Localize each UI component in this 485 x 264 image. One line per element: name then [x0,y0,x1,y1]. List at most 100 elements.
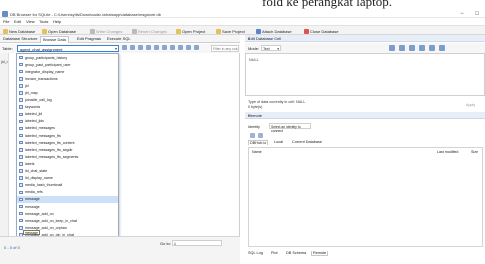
dropdown-item-label: lid_display_name [25,176,53,181]
dropdown-item[interactable]: labeled_messages_fts [17,132,118,139]
dropdown-item[interactable]: labeled_messages_fts_content [17,139,118,146]
new-database-button[interactable]: New Database [3,28,35,34]
column-size[interactable]: Size [471,150,478,154]
dropdown-item[interactable]: media_refs [17,189,118,196]
table-icon [19,218,23,223]
column-name[interactable]: Name [252,150,262,154]
new-record-icon[interactable] [186,45,191,50]
tab-edit-pragmas[interactable]: Edit Pragmas [75,36,103,43]
attach-database-button[interactable]: Attach Database [256,28,292,34]
maximize-button[interactable]: □ [470,10,484,18]
tab-local[interactable]: Local [273,140,284,144]
dropdown-item[interactable]: invoice_transactions [17,75,118,82]
cell-editor[interactable]: NULL [245,53,485,96]
revert-changes-icon [132,28,137,34]
goto-input[interactable] [172,240,222,246]
dropdown-item[interactable]: keywords [17,104,118,111]
apply-button[interactable]: Apply [466,103,475,107]
tab-remote[interactable]: Remote [311,251,329,256]
identity-select[interactable]: Select an identity to connect [269,123,311,133]
save-table-icon[interactable] [138,45,143,50]
replace-icon[interactable] [178,45,183,50]
goto-field[interactable] [173,242,221,246]
tab-plot[interactable]: Plot [270,251,279,255]
dropdown-item-label: labeled_messages_fts [25,133,61,138]
export-icon[interactable] [409,45,415,51]
dropdown-item[interactable]: labels [17,160,118,167]
close-icon[interactable]: × [248,113,482,118]
dropdown-item[interactable]: group_past_participant_user [17,61,118,68]
dropdown-item[interactable]: jid_map [17,89,118,96]
dropdown-item-label: joinable_call_log [25,98,52,103]
open-database-button[interactable]: Open Database [42,28,76,34]
dropdown-item[interactable]: media_hash_thumbnail [17,182,118,189]
insert-record-icon[interactable] [154,45,159,50]
tab-dbhub[interactable]: DBHub.io [248,140,269,145]
delete-row-icon[interactable] [194,45,199,50]
menu-edit[interactable]: Edit [14,19,21,24]
tab-browse-data[interactable]: Browse Data [40,36,69,43]
dropdown-item[interactable]: jid [17,82,118,89]
find-icon[interactable] [170,45,175,50]
tab-sql-log[interactable]: SQL Log [247,251,264,255]
dropdown-item[interactable]: message_add_on [17,210,118,217]
tab-database-structure[interactable]: Database Structure [1,36,39,43]
tab-execute-sql[interactable]: Execute SQL [105,36,133,43]
dropdown-item[interactable]: group_participants_history [17,54,118,61]
import-icon[interactable] [399,45,405,51]
filter-input[interactable] [211,45,239,52]
dropdown-item[interactable]: joinable_call_log [17,97,118,104]
filter-field[interactable] [212,46,238,52]
refresh-icon[interactable] [122,45,127,50]
save-project-button[interactable]: Save Project [216,28,245,34]
write-changes-button[interactable]: Write Changes [90,28,122,34]
dropdown-item[interactable]: lid_chat_state [17,168,118,175]
table-icon [19,162,23,166]
dropdown-item[interactable]: message [17,195,118,203]
dropdown-item[interactable]: message [17,203,118,210]
dropdown-item[interactable]: labeled_messages_fts_segments [17,153,118,160]
table-icon [19,197,23,202]
tab-current-database[interactable]: Current Database [291,140,323,144]
dropdown-item[interactable]: lid_display_name [17,175,118,182]
menu-view[interactable]: View [26,19,35,24]
auto-format-icon[interactable] [389,45,395,51]
menu-tools[interactable]: Tools [39,19,48,24]
close-database-button[interactable]: Close Database [304,28,338,34]
column-last-modified[interactable]: Last modified [437,150,458,154]
print-icon[interactable] [146,45,151,50]
dropdown-item-label: media_hash_thumbnail [25,183,63,188]
set-null-icon[interactable] [419,45,425,51]
open-project-icon [176,28,181,34]
menu-file[interactable]: File [3,19,9,24]
dropdown-item[interactable]: labeled_messages_fts_segdir [17,146,118,153]
minimize-button[interactable]: − [455,10,469,18]
clone-icon[interactable] [258,133,263,138]
open-project-button[interactable]: Open Project [176,28,205,34]
dropdown-item[interactable]: labeled_jids [17,118,118,125]
table-icon [19,190,23,195]
mode-select[interactable]: Text ▾ [261,45,281,51]
dropdown-item[interactable]: labeled_messages [17,125,118,132]
dropdown-item[interactable]: integrator_display_name [17,68,118,75]
goto-label: Go to: [160,241,171,246]
delete-record-icon[interactable] [162,45,167,50]
revert-changes-button[interactable]: Revert Changes [132,28,167,34]
write-changes-icon [90,28,95,34]
open-external-icon[interactable] [439,45,445,51]
table-selector-bar: Table: agent_chat_assignment ▾ [0,44,240,53]
column-header-first[interactable]: jid_r [0,60,9,67]
dropdown-item-label: integrator_display_name [25,69,65,74]
menu-help[interactable]: Help [53,19,61,24]
table-select[interactable]: agent_chat_assignment ▾ [17,45,119,52]
tab-db-schema[interactable]: DB Schema [285,251,307,255]
refresh-icon[interactable] [250,133,255,138]
clear-filters-icon[interactable] [130,45,135,50]
dropdown-item-label: group_participants_history [25,55,68,60]
open-database-icon [42,28,47,34]
word-wrap-icon[interactable] [429,45,435,51]
close-icon[interactable]: × [248,36,482,41]
main-toolbar: New Database Open Database Write Changes… [0,25,485,35]
dropdown-item[interactable]: message_add_on_keep_in_chat [17,217,118,224]
dropdown-item[interactable]: labeled_jid [17,111,118,118]
